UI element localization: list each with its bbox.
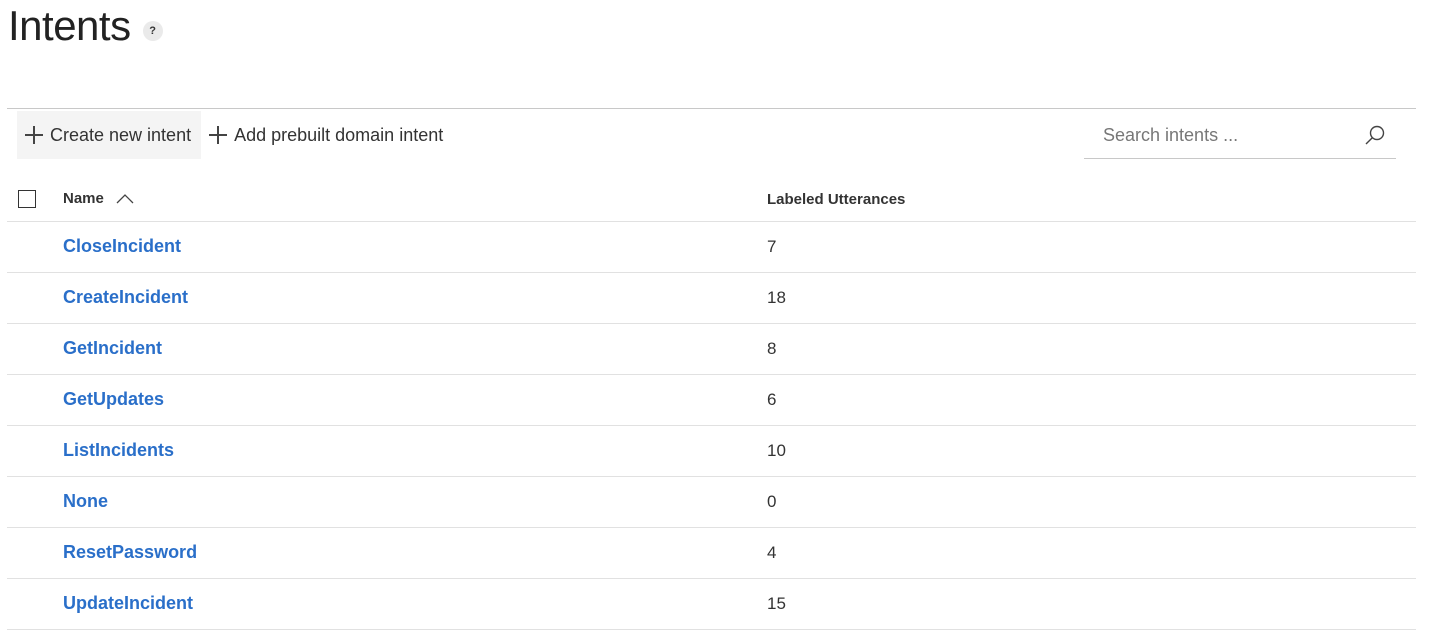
utterance-count: 4 — [767, 543, 777, 562]
utterance-count: 0 — [767, 492, 777, 511]
create-intent-button[interactable]: Create new intent — [17, 111, 202, 159]
search-icon[interactable] — [1364, 124, 1386, 146]
intent-link[interactable]: None — [63, 491, 108, 512]
add-prebuilt-label: Add prebuilt domain intent — [234, 124, 444, 145]
table-row[interactable]: None 0 — [7, 477, 1416, 528]
utterance-count: 10 — [767, 441, 786, 460]
table-row[interactable]: ResetPassword 4 — [7, 528, 1416, 579]
utterance-count: 15 — [767, 594, 786, 613]
search-input[interactable] — [1084, 123, 1365, 147]
table-row[interactable]: CreateIncident 18 — [7, 273, 1416, 324]
page-header: Intents ? — [8, 0, 163, 60]
page-title: Intents — [8, 2, 131, 49]
intent-link[interactable]: GetUpdates — [63, 389, 164, 410]
help-icon[interactable]: ? — [142, 21, 163, 41]
utterance-count: 6 — [767, 390, 777, 409]
utterance-count: 18 — [767, 288, 786, 307]
utterance-count: 8 — [767, 339, 777, 358]
table-row[interactable]: UpdateIncident 15 — [7, 579, 1416, 630]
utterance-count: 7 — [767, 237, 777, 256]
intent-link[interactable]: ResetPassword — [63, 542, 197, 563]
intent-link[interactable]: GetIncident — [63, 338, 162, 359]
intent-link[interactable]: UpdateIncident — [63, 593, 193, 614]
plus-icon — [25, 126, 43, 144]
intent-link[interactable]: CloseIncident — [63, 236, 181, 257]
table-row[interactable]: ListIncidents 10 — [7, 426, 1416, 477]
plus-icon — [209, 126, 228, 144]
table-row[interactable]: GetIncident 8 — [7, 324, 1416, 375]
search-box — [1084, 112, 1396, 159]
name-column-header[interactable]: Name — [63, 190, 134, 207]
toolbar: Create new intent Add prebuilt domain in… — [17, 111, 453, 159]
table-header-row: Name Labeled Utterances — [7, 177, 1416, 222]
select-all-checkbox[interactable] — [18, 190, 36, 208]
sort-ascending-icon — [116, 193, 134, 203]
intent-link[interactable]: CreateIncident — [63, 287, 188, 308]
intents-table: Name Labeled Utterances CloseIncident 7 … — [7, 177, 1416, 630]
intent-link[interactable]: ListIncidents — [63, 440, 174, 461]
header-divider — [7, 108, 1416, 109]
name-column-label: Name — [63, 190, 104, 207]
table-row[interactable]: CloseIncident 7 — [7, 222, 1416, 273]
utterances-column-header[interactable]: Labeled Utterances — [767, 191, 905, 208]
add-prebuilt-intent-button[interactable]: Add prebuilt domain intent — [201, 111, 453, 159]
create-intent-label: Create new intent — [50, 124, 192, 145]
table-row[interactable]: GetUpdates 6 — [7, 375, 1416, 426]
